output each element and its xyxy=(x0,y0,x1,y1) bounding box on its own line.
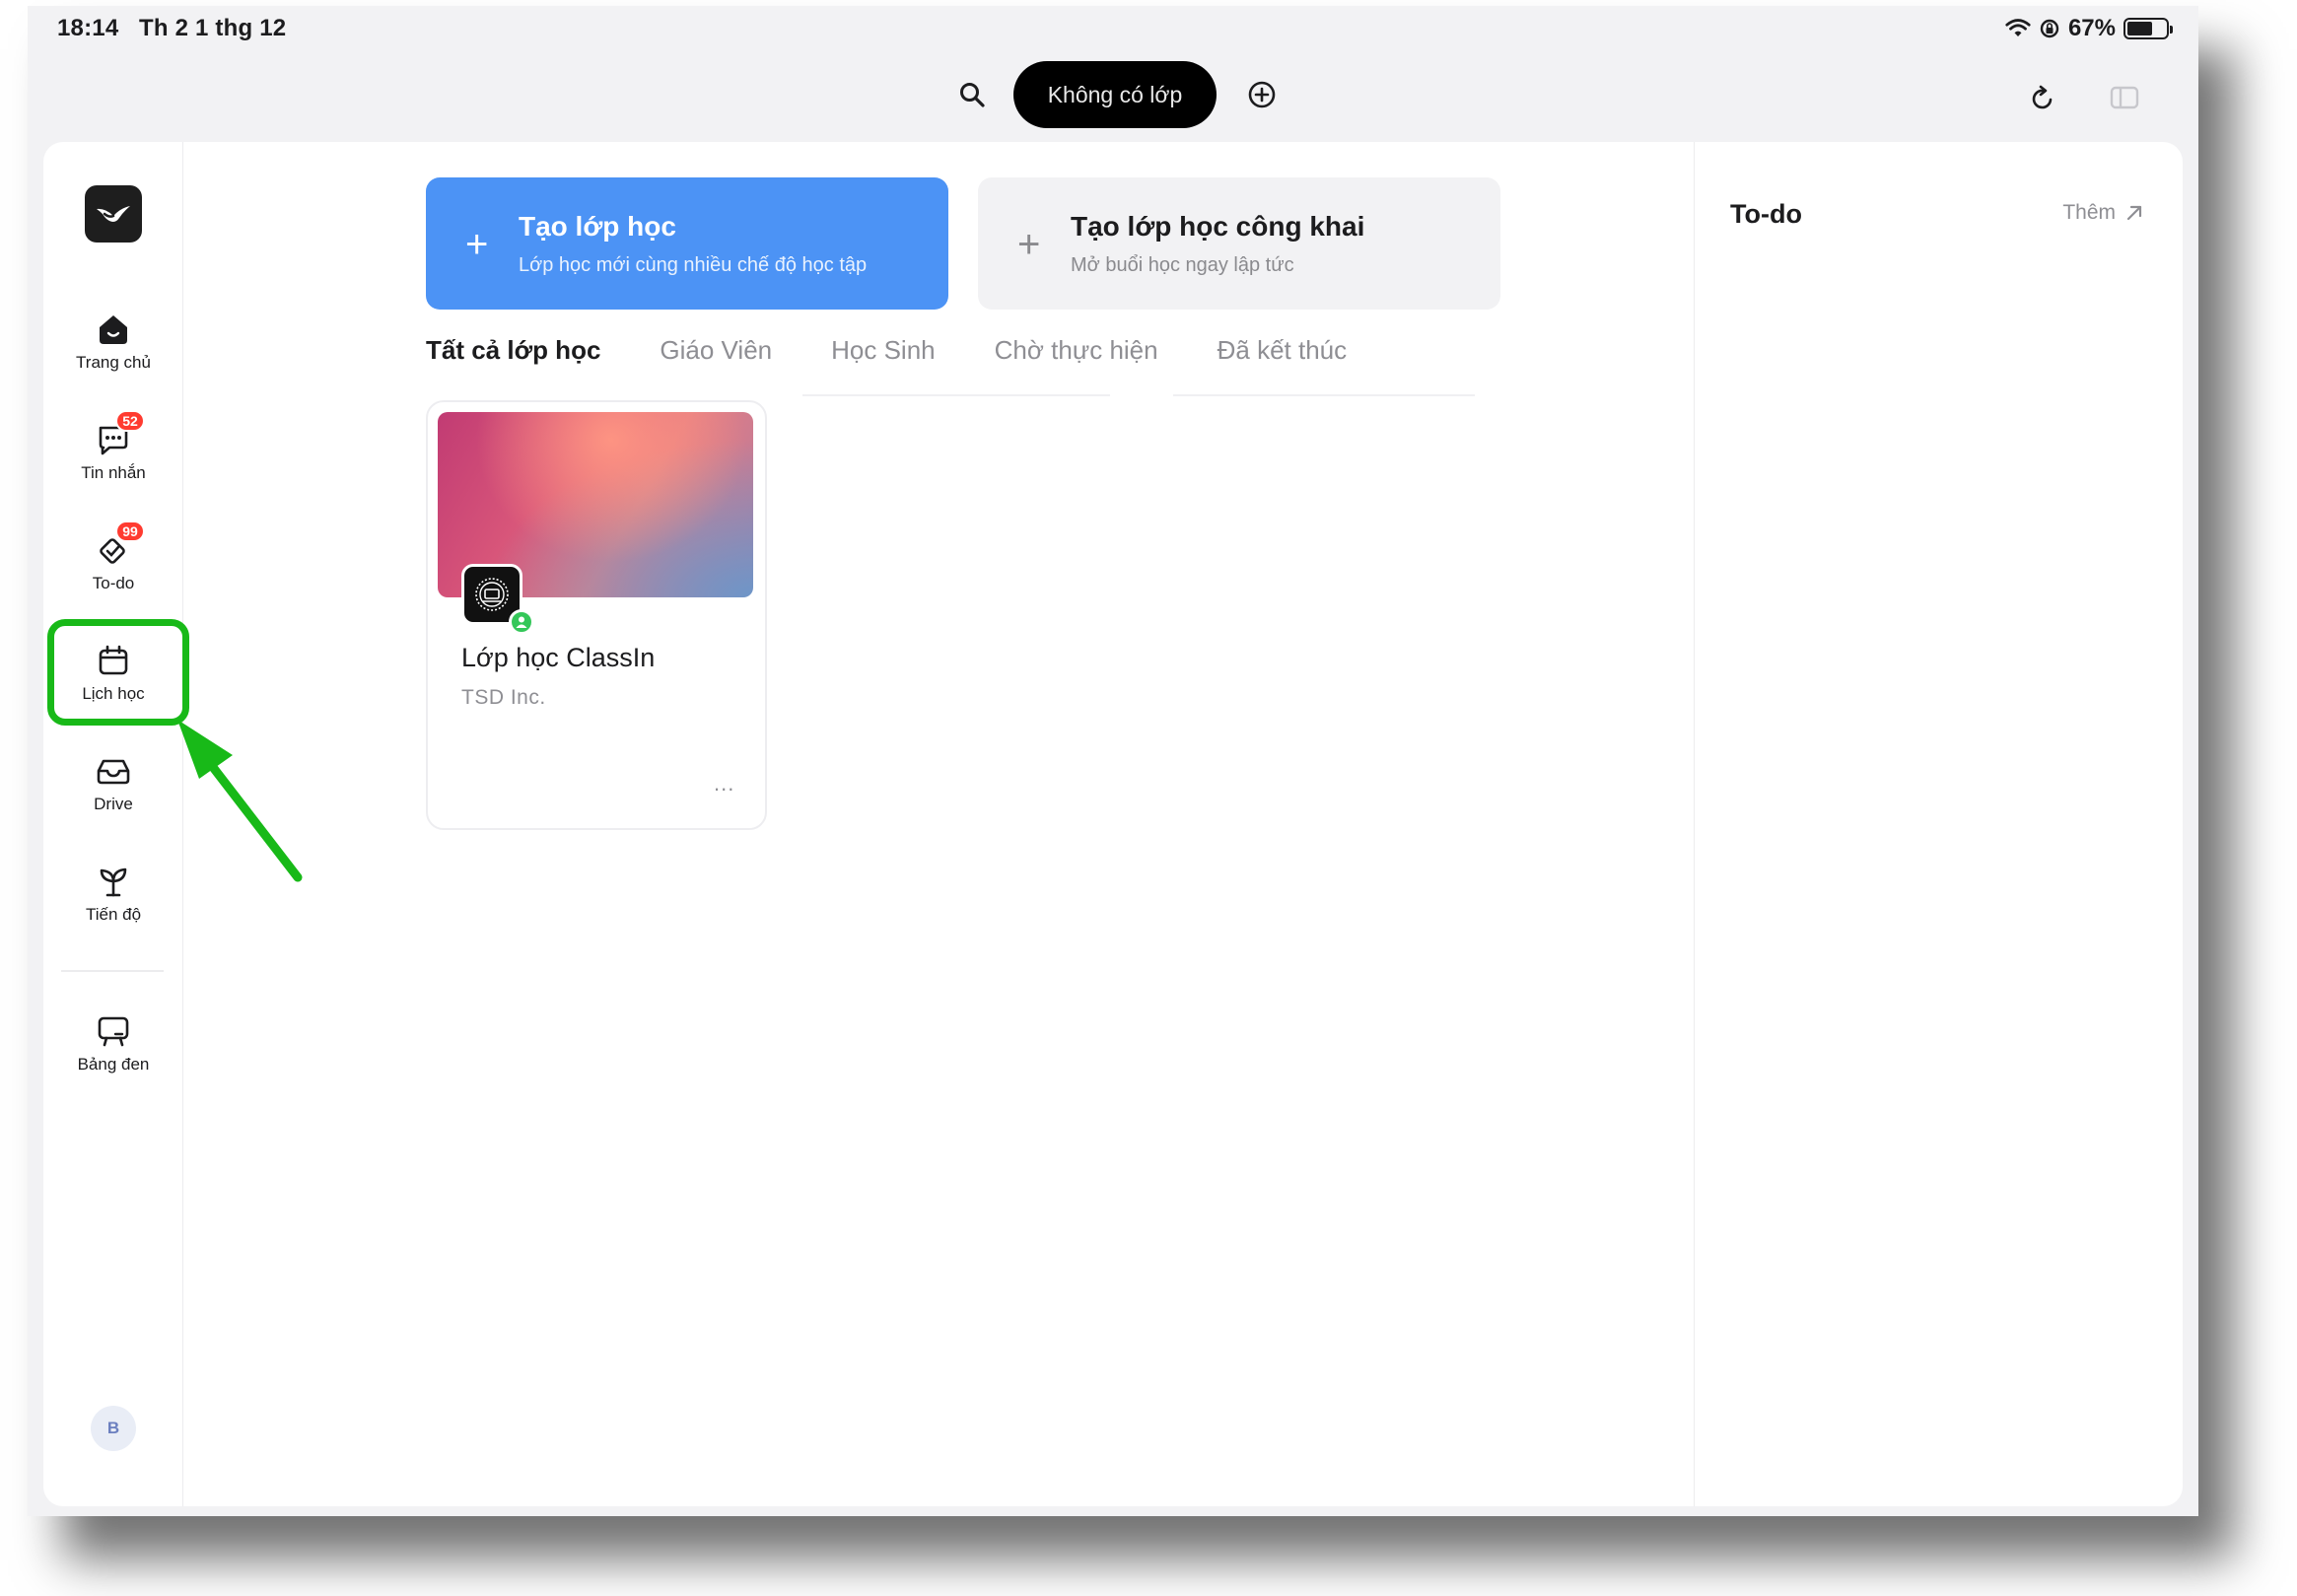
arrow-up-right-icon xyxy=(2126,205,2142,221)
sidebar-item-progress[interactable]: Tiến độ xyxy=(43,862,183,940)
nav-icon-wrap xyxy=(94,751,133,791)
sidebar-item-home[interactable]: Trang chủ xyxy=(43,310,183,388)
class-organization: TSD Inc. xyxy=(461,686,546,709)
todo-panel-title: To-do xyxy=(1730,199,1802,229)
tab-pending[interactable]: Chờ thực hiện xyxy=(995,335,1158,379)
class-emblem-icon xyxy=(475,578,509,611)
progress-sprout-icon xyxy=(100,867,127,897)
add-circle-icon xyxy=(1248,81,1276,108)
sidebar-item-label: Trang chủ xyxy=(76,353,151,372)
create-public-class-subtitle: Mở buổi học ngay lập tức xyxy=(1071,254,1294,276)
blackboard-icon xyxy=(98,1016,129,1047)
orientation-lock-icon xyxy=(2040,19,2059,38)
tab-underline xyxy=(1173,394,1475,396)
sidebar-panel-icon xyxy=(2110,86,2139,109)
create-class-title: Tạo lớp học xyxy=(519,211,676,242)
nav-icon-wrap xyxy=(94,862,133,901)
refresh-button[interactable] xyxy=(2025,81,2060,116)
todo-panel: To-do Thêm xyxy=(1694,142,2183,1506)
wifi-icon xyxy=(2005,19,2031,36)
class-card[interactable]: Lớp học ClassIn TSD Inc. ... xyxy=(426,400,767,830)
battery-fill xyxy=(2127,22,2153,35)
todo-more-link[interactable]: Thêm xyxy=(2062,201,2143,225)
refresh-icon xyxy=(2032,85,2053,109)
online-status-icon xyxy=(509,609,534,635)
plus-icon: + xyxy=(465,223,489,266)
app-logo[interactable] xyxy=(85,185,142,243)
toggle-panel-button[interactable] xyxy=(2108,83,2141,112)
create-class-button[interactable]: + Tạo lớp học Lớp học mới cùng nhiều chế… xyxy=(426,177,948,310)
device-screen: 18:14 Th 2 1 thg 12 67% Không có lớp Tra… xyxy=(28,6,2198,1516)
status-clock: 18:14 xyxy=(57,15,119,41)
person-icon xyxy=(516,616,527,628)
status-time: 18:14 Th 2 1 thg 12 xyxy=(57,15,286,42)
battery-percent: 67% xyxy=(2067,15,2116,41)
nav-icon-wrap: 52 xyxy=(94,410,145,459)
status-date: Th 2 1 thg 12 xyxy=(139,15,287,41)
sidebar-item-label: Bảng đen xyxy=(77,1055,150,1074)
sidebar: Trang chủ 52 Tin nhắn 99 To-do Lịch học … xyxy=(43,142,183,1506)
create-public-class-title: Tạo lớp học công khai xyxy=(1071,211,1365,242)
sidebar-divider xyxy=(61,970,164,972)
tab-student[interactable]: Học Sinh xyxy=(831,335,936,379)
nav-icon-wrap: 99 xyxy=(94,520,145,570)
nav-icon-wrap xyxy=(94,1011,133,1051)
home-icon xyxy=(100,315,127,344)
more-options-button[interactable]: ... xyxy=(714,771,734,797)
todo-badge: 99 xyxy=(115,520,145,542)
unread-badge: 52 xyxy=(115,410,145,432)
plus-icon: + xyxy=(1017,223,1041,266)
sidebar-item-messages[interactable]: 52 Tin nhắn xyxy=(43,410,183,499)
main-panel: Trang chủ 52 Tin nhắn 99 To-do Lịch học … xyxy=(43,142,2183,1506)
search-icon xyxy=(960,83,985,107)
class-selector-button[interactable]: Không có lớp xyxy=(1013,61,1217,128)
class-name: Lớp học ClassIn xyxy=(461,643,656,672)
search-button[interactable] xyxy=(952,75,992,114)
status-indicators: 67% xyxy=(2005,15,2173,42)
tab-all-classes[interactable]: Tất cả lớp học xyxy=(426,335,600,379)
sidebar-item-label: To-do xyxy=(92,574,135,592)
tab-finished[interactable]: Đã kết thúc xyxy=(1218,335,1348,379)
tab-teacher[interactable]: Giáo Viên xyxy=(660,335,772,379)
battery-icon xyxy=(2123,18,2173,39)
sidebar-item-label: Drive xyxy=(94,795,133,813)
create-public-class-button[interactable]: + Tạo lớp học công khai Mở buổi học ngay… xyxy=(978,177,1500,310)
sidebar-item-label: Tiến độ xyxy=(85,905,142,924)
drive-icon xyxy=(97,759,130,785)
sidebar-item-drive[interactable]: Drive xyxy=(43,751,183,830)
class-filter-tabs: Tất cả lớp học Giáo Viên Học Sinh Chờ th… xyxy=(426,335,1347,379)
classin-logo-icon xyxy=(97,206,130,222)
schedule-highlight-box xyxy=(47,619,189,726)
todo-more-label: Thêm xyxy=(2062,201,2116,224)
create-class-subtitle: Lớp học mới cùng nhiều chế độ học tập xyxy=(519,254,868,276)
sidebar-item-label: Tin nhắn xyxy=(81,463,146,482)
tab-underline xyxy=(802,394,1110,396)
add-button[interactable] xyxy=(1244,77,1280,112)
sidebar-item-todo[interactable]: 99 To-do xyxy=(43,520,183,609)
nav-icon-wrap xyxy=(94,310,133,349)
sidebar-item-blackboard[interactable]: Bảng đen xyxy=(43,1011,183,1090)
avatar[interactable]: B xyxy=(91,1406,136,1451)
